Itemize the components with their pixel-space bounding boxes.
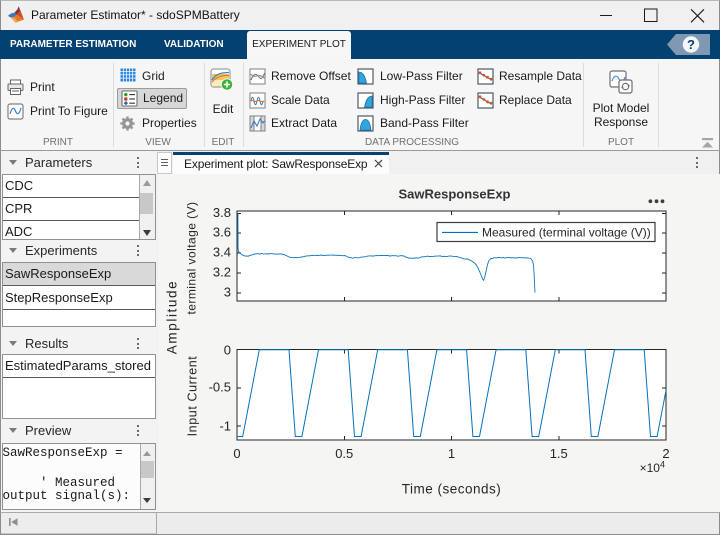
svg-text:?: ?	[687, 37, 695, 52]
